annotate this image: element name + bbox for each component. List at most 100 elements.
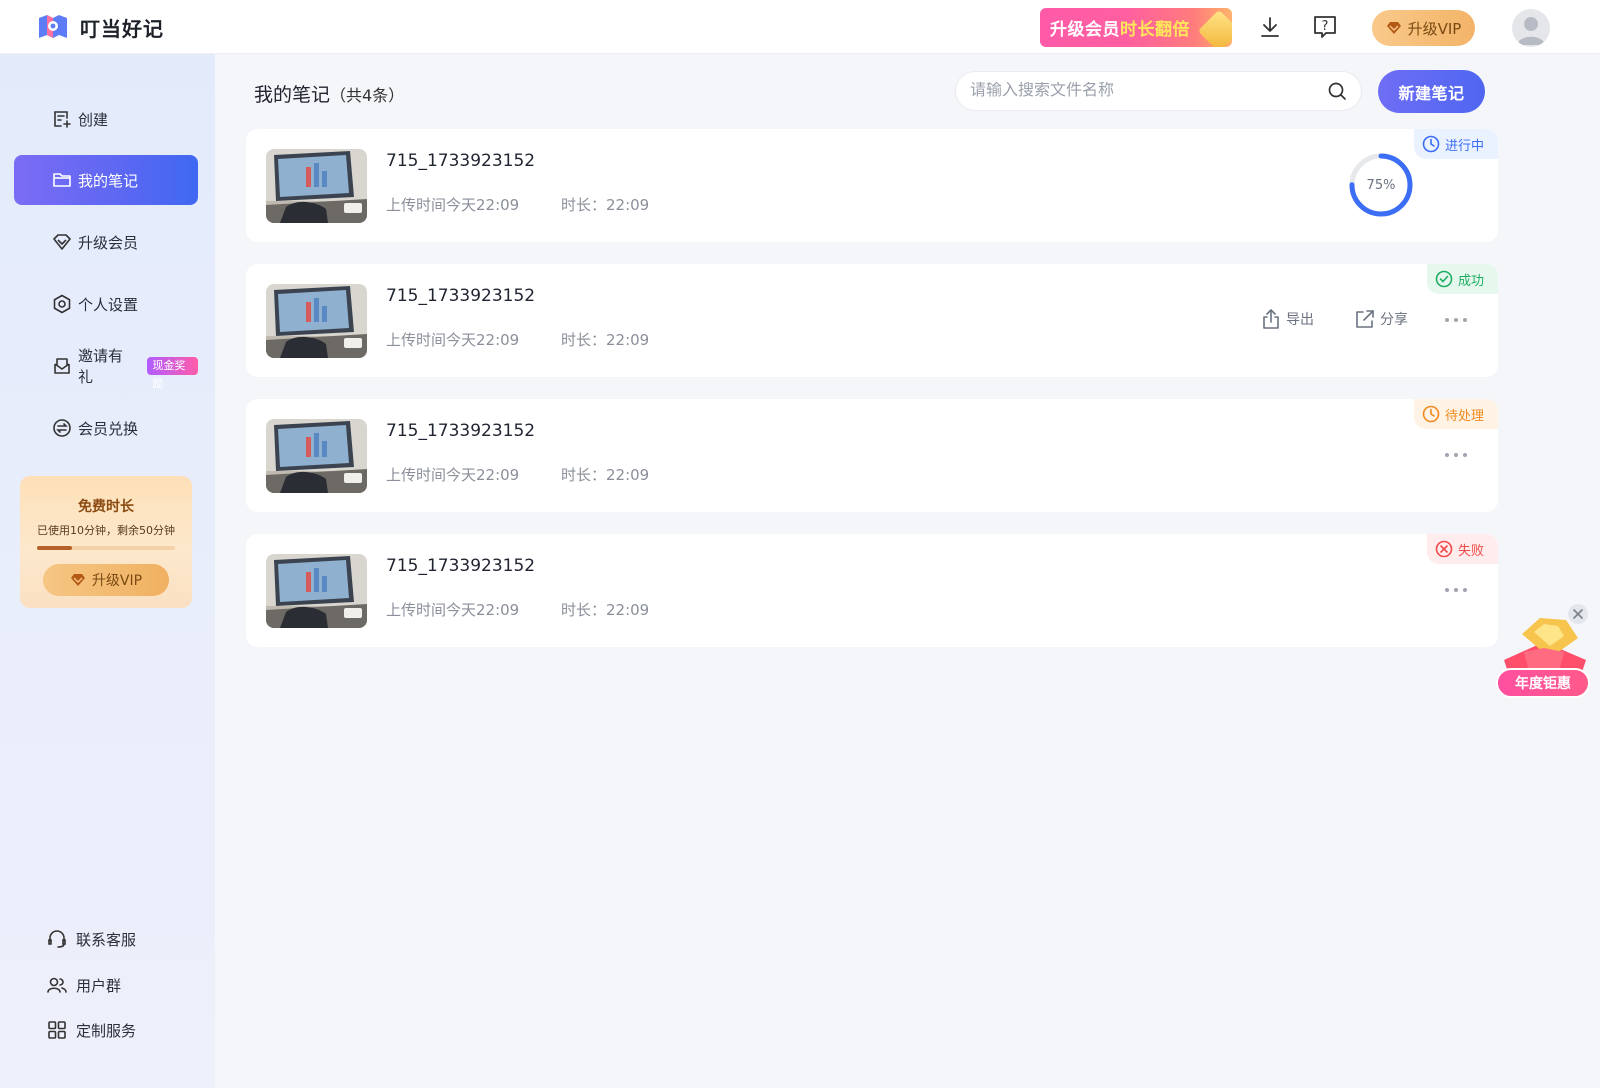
page-title-text: 我的笔记	[254, 84, 331, 106]
svg-text:?: ?	[1322, 19, 1329, 34]
sidebar-item-label: 个人设置	[78, 295, 139, 314]
error-circle-icon	[1435, 540, 1453, 558]
download-icon[interactable]	[1256, 13, 1284, 41]
sidebar-upgrade-vip-label: 升级VIP	[91, 573, 143, 589]
status-badge: 进行中	[1413, 129, 1498, 159]
upgrade-vip-label: 升级VIP	[1407, 19, 1462, 38]
page-title: 我的笔记（共4条）	[254, 80, 404, 107]
app-name: 叮当好记	[80, 16, 164, 41]
export-button[interactable]: 导出	[1260, 308, 1314, 330]
avatar[interactable]	[1512, 9, 1550, 47]
new-note-button[interactable]: 新建笔记	[1378, 70, 1485, 113]
check-circle-icon	[1435, 270, 1453, 288]
note-name: 715_1733923152	[386, 151, 536, 171]
note-name: 715_1733923152	[386, 421, 536, 441]
top-bar: 叮当好记 升级会员时长翻倍 ? 升级VIP	[0, 0, 1600, 54]
free-time-progress	[37, 546, 175, 550]
free-time-progress-fill	[37, 546, 72, 550]
help-icon[interactable]: ?	[1311, 13, 1339, 41]
mail-icon	[52, 356, 72, 376]
folder-icon	[52, 170, 72, 190]
cash-reward-badge: 现金奖励	[147, 357, 198, 390]
app-logo-icon	[36, 12, 70, 42]
search-box	[955, 71, 1362, 111]
note-card[interactable]: 715_1733923152 上传时间今天22:09 时长：22:09 失败	[246, 534, 1498, 647]
search-input[interactable]	[970, 82, 1327, 100]
more-options-button[interactable]	[1436, 306, 1476, 334]
custom-service-link[interactable]: 定制服务	[46, 1018, 136, 1042]
upgrade-promo-banner[interactable]: 升级会员时长翻倍	[1040, 8, 1232, 47]
note-thumbnail	[266, 554, 367, 628]
custom-service-label: 定制服务	[76, 1021, 137, 1040]
diamond-icon	[70, 574, 85, 586]
diamond-icon	[52, 232, 72, 252]
user-group-link[interactable]: 用户群	[46, 973, 121, 997]
share-button[interactable]: 分享	[1354, 308, 1408, 330]
brand[interactable]: 叮当好记	[36, 12, 164, 42]
contact-support-link[interactable]: 联系客服	[46, 927, 136, 951]
sidebar-item-my-notes[interactable]: 我的笔记	[14, 155, 198, 205]
sidebar-item-label: 升级会员	[78, 233, 139, 252]
user-group-label: 用户群	[76, 976, 122, 995]
sidebar-upgrade-vip-button[interactable]: 升级VIP	[43, 564, 169, 596]
grid-icon	[48, 1021, 66, 1039]
settings-icon	[52, 294, 72, 314]
progress-ring: 75%	[1348, 152, 1414, 218]
free-time-card: 免费时长 已使用10分钟，剩余50分钟 升级VIP	[20, 476, 192, 608]
status-badge: 待处理	[1413, 399, 1498, 429]
headset-icon	[48, 930, 66, 948]
sidebar-item-label: 创建	[78, 110, 109, 129]
note-duration: 时长：22:09	[561, 601, 650, 619]
users-icon	[47, 977, 67, 993]
share-icon	[1356, 310, 1374, 328]
note-card[interactable]: 715_1733923152 上传时间今天22:09 时长：22:09 导出 分…	[246, 264, 1498, 377]
status-badge: 失败	[1426, 534, 1498, 564]
status-label: 失败	[1457, 543, 1484, 559]
note-card[interactable]: 715_1733923152 上传时间今天22:09 时长：22:09 75% …	[246, 129, 1498, 242]
export-label: 导出	[1286, 312, 1314, 328]
promo-text: 升级会员时长翻倍	[1050, 20, 1190, 40]
search-icon[interactable]	[1327, 81, 1347, 101]
note-name: 715_1733923152	[386, 556, 536, 576]
sidebar-item-settings[interactable]: 个人设置	[14, 279, 198, 329]
note-upload-time: 上传时间今天22:09	[386, 331, 520, 349]
sidebar-item-invite[interactable]: 邀请有礼 现金奖励	[14, 341, 198, 391]
close-icon[interactable]	[1568, 604, 1588, 624]
note-name: 715_1733923152	[386, 286, 536, 306]
diamond-icon	[1386, 22, 1401, 34]
status-label: 成功	[1457, 273, 1484, 289]
share-label: 分享	[1380, 312, 1408, 328]
clock-icon	[1422, 405, 1440, 423]
progress-percent: 75%	[1366, 177, 1396, 193]
note-count: （共4条）	[330, 86, 405, 105]
sidebar-item-create[interactable]: 创建	[14, 94, 198, 144]
sidebar-item-upgrade[interactable]: 升级会员	[14, 217, 198, 267]
sidebar-item-redeem[interactable]: 会员兑换	[14, 403, 198, 453]
upgrade-vip-button[interactable]: 升级VIP	[1372, 10, 1475, 46]
note-thumbnail	[266, 149, 367, 223]
gem-icon	[1197, 9, 1232, 47]
sidebar-item-label: 会员兑换	[78, 419, 139, 438]
clock-icon	[1422, 135, 1440, 153]
annual-deal-float[interactable]: 年度钜惠	[1494, 612, 1594, 702]
note-duration: 时长：22:09	[561, 196, 650, 214]
free-time-desc: 已使用10分钟，剩余50分钟	[37, 524, 175, 537]
note-thumbnail	[266, 284, 367, 358]
sidebar-item-label: 邀请有礼	[78, 347, 124, 386]
status-label: 待处理	[1444, 408, 1484, 424]
note-duration: 时长：22:09	[561, 331, 650, 349]
note-thumbnail	[266, 419, 367, 493]
annual-deal-label: 年度钜惠	[1496, 668, 1590, 698]
more-options-button[interactable]	[1436, 576, 1476, 604]
note-upload-time: 上传时间今天22:09	[386, 196, 520, 214]
more-options-button[interactable]	[1436, 441, 1476, 469]
note-duration: 时长：22:09	[561, 466, 650, 484]
contact-support-label: 联系客服	[76, 930, 137, 949]
create-note-icon	[52, 109, 72, 129]
export-icon	[1263, 309, 1279, 329]
note-upload-time: 上传时间今天22:09	[386, 466, 520, 484]
status-label: 进行中	[1444, 138, 1484, 154]
note-card[interactable]: 715_1733923152 上传时间今天22:09 时长：22:09 待处理	[246, 399, 1498, 512]
free-time-title: 免费时长	[78, 499, 134, 515]
sidebar: 创建 我的笔记 升级会员 个人设置 邀请有礼 现金奖励 会员兑换 免费时长 已使…	[0, 54, 215, 1088]
